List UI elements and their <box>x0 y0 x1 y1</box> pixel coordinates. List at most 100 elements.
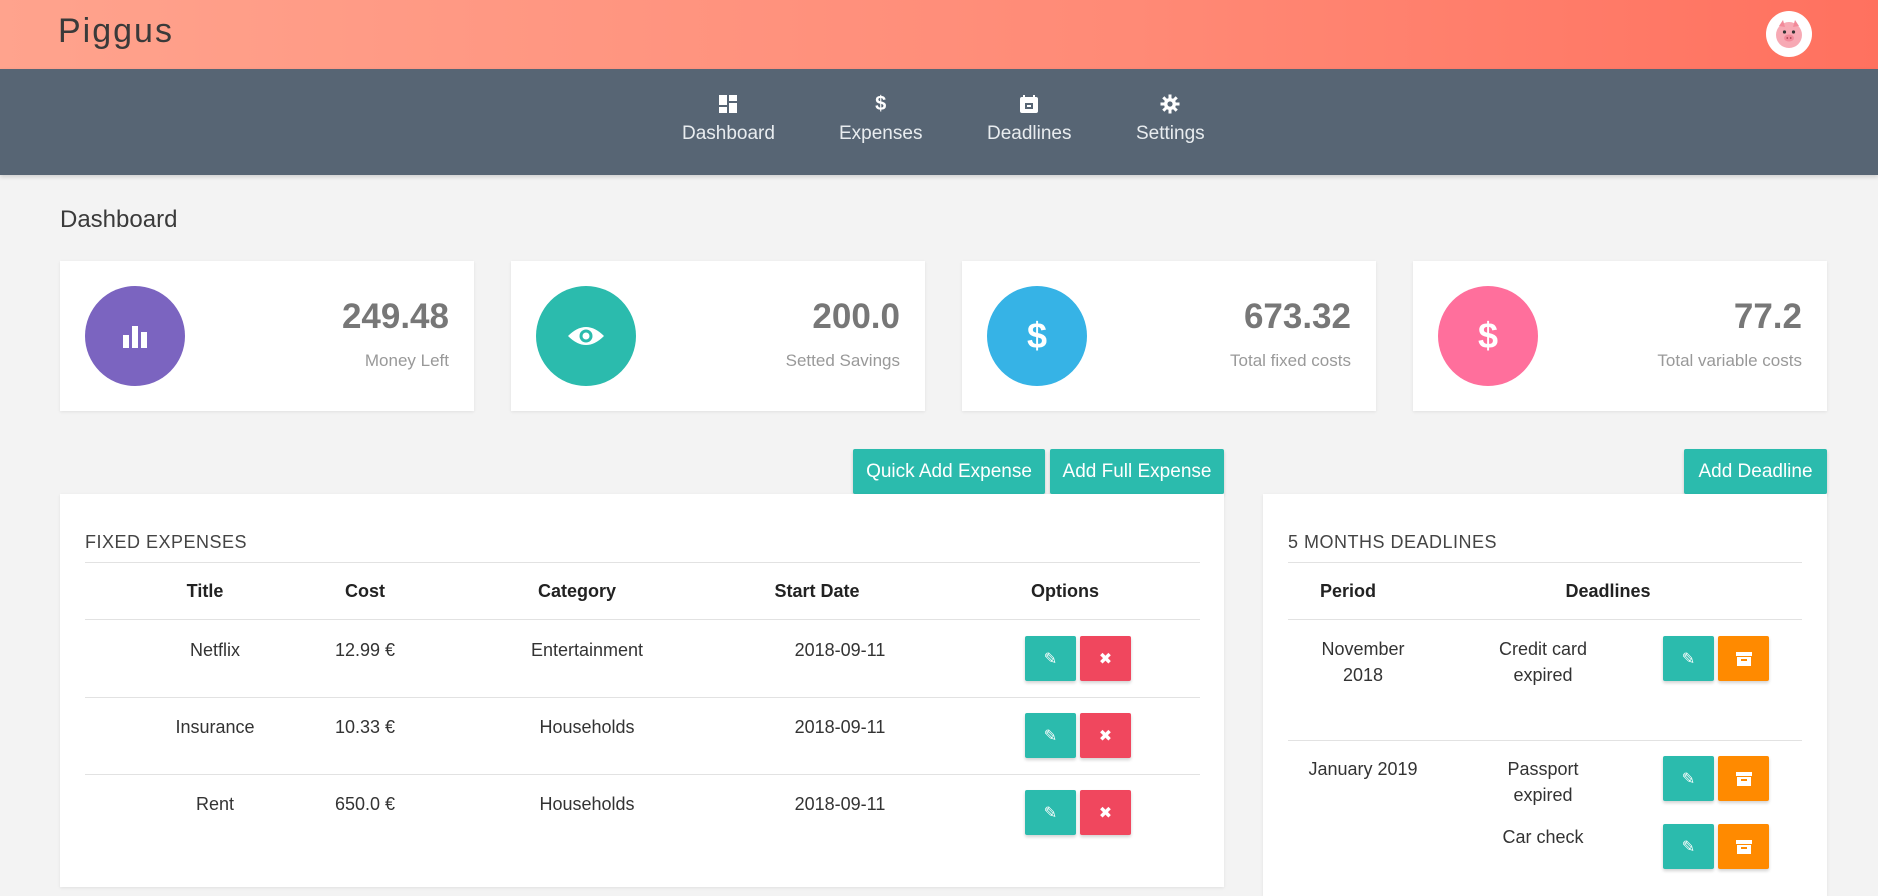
user-avatar[interactable] <box>1766 11 1812 57</box>
pencil-icon: ✎ <box>1043 804 1058 822</box>
period-label: November 2018 <box>1288 636 1438 688</box>
pencil-icon: ✎ <box>1681 650 1696 668</box>
close-icon: ✖ <box>1098 650 1113 668</box>
app-logo[interactable]: Piggus <box>58 12 174 51</box>
divider <box>85 697 1200 698</box>
deadline-line: Credit card <box>1498 639 1588 659</box>
archive-button[interactable] <box>1718 636 1769 681</box>
archive-icon <box>1735 771 1752 786</box>
cell-start-date: 2018-09-11 <box>794 794 886 814</box>
archive-icon <box>1735 651 1752 666</box>
divider <box>1288 740 1802 741</box>
cell-title: Rent <box>195 794 235 814</box>
stat-value: 200.0 <box>812 297 900 336</box>
stat-card-variable-costs: $ 77.2 Total variable costs <box>1413 261 1827 411</box>
fixed-expenses-panel: FIXED EXPENSES Title Cost Category Start… <box>60 494 1224 887</box>
pencil-icon: ✎ <box>1681 838 1696 856</box>
period-label: January 2019 <box>1288 756 1438 782</box>
edit-button[interactable]: ✎ <box>1025 636 1076 681</box>
period-line: 2018 <box>1342 665 1384 685</box>
cell-title: Netflix <box>189 640 240 660</box>
column-header: Options <box>1031 581 1099 601</box>
main-nav: Dashboard $ Expenses Deadlines Settings <box>0 69 1878 175</box>
archive-icon <box>1735 839 1752 854</box>
nav-settings-label: Settings <box>1136 123 1205 144</box>
pencil-icon: ✎ <box>1681 770 1696 788</box>
panel-title: FIXED EXPENSES <box>85 532 248 552</box>
edit-button[interactable]: ✎ <box>1663 756 1714 801</box>
cell-cost: 12.99 € <box>334 640 396 660</box>
period-line: November <box>1321 639 1405 659</box>
nav-expenses[interactable]: $ Expenses <box>839 93 922 145</box>
deadlines-panel: 5 MONTHS DEADLINES Period Deadlines Nove… <box>1263 494 1827 896</box>
stat-label: Money Left <box>364 351 449 370</box>
nav-settings[interactable]: Settings <box>1136 93 1205 145</box>
divider <box>1288 619 1802 620</box>
close-icon: ✖ <box>1098 727 1113 745</box>
column-header: Category <box>537 581 617 601</box>
pencil-icon: ✎ <box>1043 727 1058 745</box>
cell-category: Entertainment <box>530 640 644 660</box>
eye-icon <box>536 286 636 386</box>
add-full-expense-button[interactable]: Add Full Expense <box>1050 449 1224 494</box>
stat-value: 249.48 <box>341 297 449 336</box>
deadline-label: Passport expired <box>1478 756 1608 808</box>
dollar-icon: $ <box>1438 286 1538 386</box>
divider <box>85 619 1200 620</box>
delete-button[interactable]: ✖ <box>1080 790 1131 835</box>
cell-category: Households <box>539 794 635 814</box>
nav-expenses-label: Expenses <box>839 123 923 144</box>
column-header: Deadlines <box>1565 581 1651 601</box>
quick-add-expense-button[interactable]: Quick Add Expense <box>853 449 1045 494</box>
column-header: Cost <box>345 581 385 601</box>
divider <box>85 774 1200 775</box>
nav-dashboard-label: Dashboard <box>682 123 775 144</box>
top-bar: Piggus <box>0 0 1878 69</box>
deadline-label: Credit card expired <box>1478 636 1608 688</box>
cell-start-date: 2018-09-11 <box>794 640 886 660</box>
delete-button[interactable]: ✖ <box>1080 636 1131 681</box>
stat-card-fixed-costs: $ 673.32 Total fixed costs <box>962 261 1376 411</box>
deadline-line: expired <box>1513 785 1573 805</box>
close-icon: ✖ <box>1098 804 1113 822</box>
nav-deadlines-label: Deadlines <box>987 123 1072 144</box>
dollar-icon: $ <box>875 92 887 115</box>
gear-icon <box>1160 93 1180 115</box>
delete-button[interactable]: ✖ <box>1080 713 1131 758</box>
deadline-line: Car check <box>1502 827 1584 847</box>
column-header: Start Date <box>774 581 860 601</box>
nav-deadlines[interactable]: Deadlines <box>987 93 1072 145</box>
dollar-icon: $ <box>987 286 1087 386</box>
edit-button[interactable]: ✎ <box>1025 790 1076 835</box>
edit-button[interactable]: ✎ <box>1663 824 1714 869</box>
bar-chart-icon <box>85 286 185 386</box>
add-deadline-button[interactable]: Add Deadline <box>1684 449 1827 494</box>
stat-card-savings: 200.0 Setted Savings <box>511 261 925 411</box>
column-header: Period <box>1319 581 1376 601</box>
panel-title: 5 MONTHS DEADLINES <box>1288 532 1498 552</box>
stat-card-money-left: 249.48 Money Left <box>60 261 474 411</box>
deadline-line: Passport <box>1507 759 1579 779</box>
nav-dashboard[interactable]: Dashboard <box>682 93 775 145</box>
stat-label: Total variable costs <box>1657 351 1802 370</box>
stat-value: 673.32 <box>1243 297 1351 336</box>
edit-button[interactable]: ✎ <box>1663 636 1714 681</box>
period-line: January 2019 <box>1308 759 1418 779</box>
archive-button[interactable] <box>1718 824 1769 869</box>
cell-cost: 650.0 € <box>334 794 396 814</box>
divider <box>85 562 1200 563</box>
column-header: Title <box>186 581 224 601</box>
page-title: Dashboard <box>60 206 178 233</box>
stat-label: Setted Savings <box>785 351 900 370</box>
deadline-line: expired <box>1513 665 1573 685</box>
dashboard-icon <box>718 93 738 115</box>
archive-button[interactable] <box>1718 756 1769 801</box>
stat-value: 77.2 <box>1733 297 1802 336</box>
calendar-icon <box>1019 93 1039 115</box>
cell-cost: 10.33 € <box>334 717 396 737</box>
cell-title: Insurance <box>175 717 255 737</box>
edit-button[interactable]: ✎ <box>1025 713 1076 758</box>
cell-start-date: 2018-09-11 <box>794 717 886 737</box>
stat-label: Total fixed costs <box>1230 351 1351 370</box>
deadline-label: Car check <box>1478 824 1608 850</box>
